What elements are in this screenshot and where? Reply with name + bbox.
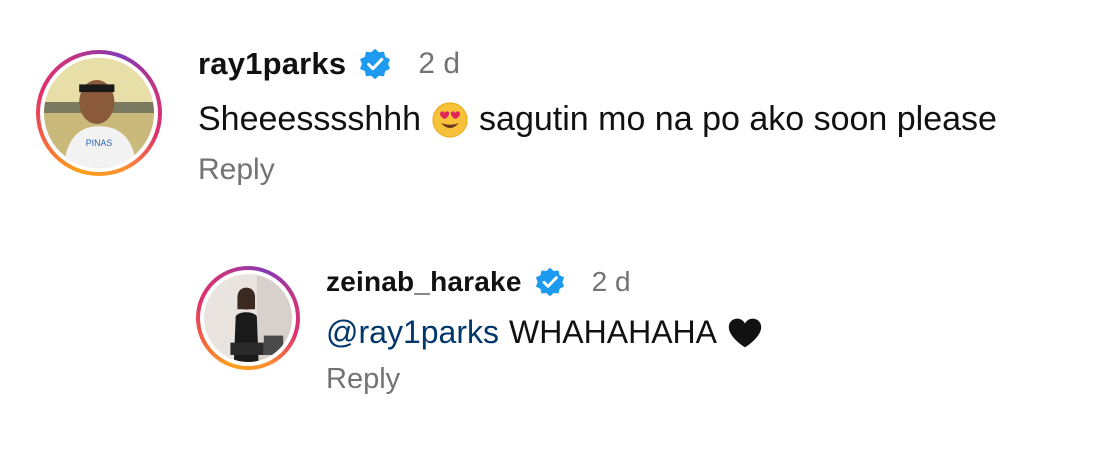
avatar-zeinab-harake	[204, 274, 292, 362]
comment-text: @ray1parks WHAHAHAHA	[326, 314, 773, 351]
comment-text-body: WHAHAHAHA	[508, 314, 717, 350]
black-heart-emoji-icon	[728, 318, 762, 347]
comment-text-start: Sheeesssshhh	[198, 100, 422, 138]
comment-text: Sheeesssshhh sagutin mo na po ako soon p…	[198, 100, 997, 139]
verified-badge-icon	[535, 267, 564, 297]
reply-button[interactable]: Reply	[326, 363, 773, 396]
avatar-ray1parks: PINAS	[44, 58, 154, 168]
reply-button[interactable]: Reply	[198, 153, 997, 187]
comment-timestamp: 2 d	[591, 266, 631, 297]
heart-eyes-emoji-icon	[432, 101, 468, 138]
verified-badge-icon	[360, 48, 391, 80]
comment-username[interactable]: ray1parks	[198, 46, 346, 82]
comment-username[interactable]: zeinab_harake	[326, 266, 522, 298]
avatar-story-ring[interactable]: PINAS	[36, 50, 162, 176]
avatar-story-ring[interactable]	[196, 266, 300, 370]
comment-text-end: sagutin mo na po ako soon please	[479, 100, 997, 138]
comment-timestamp: 2 d	[418, 47, 461, 80]
mention-link[interactable]: @ray1parks	[326, 314, 499, 351]
svg-text:PINAS: PINAS	[86, 138, 113, 148]
